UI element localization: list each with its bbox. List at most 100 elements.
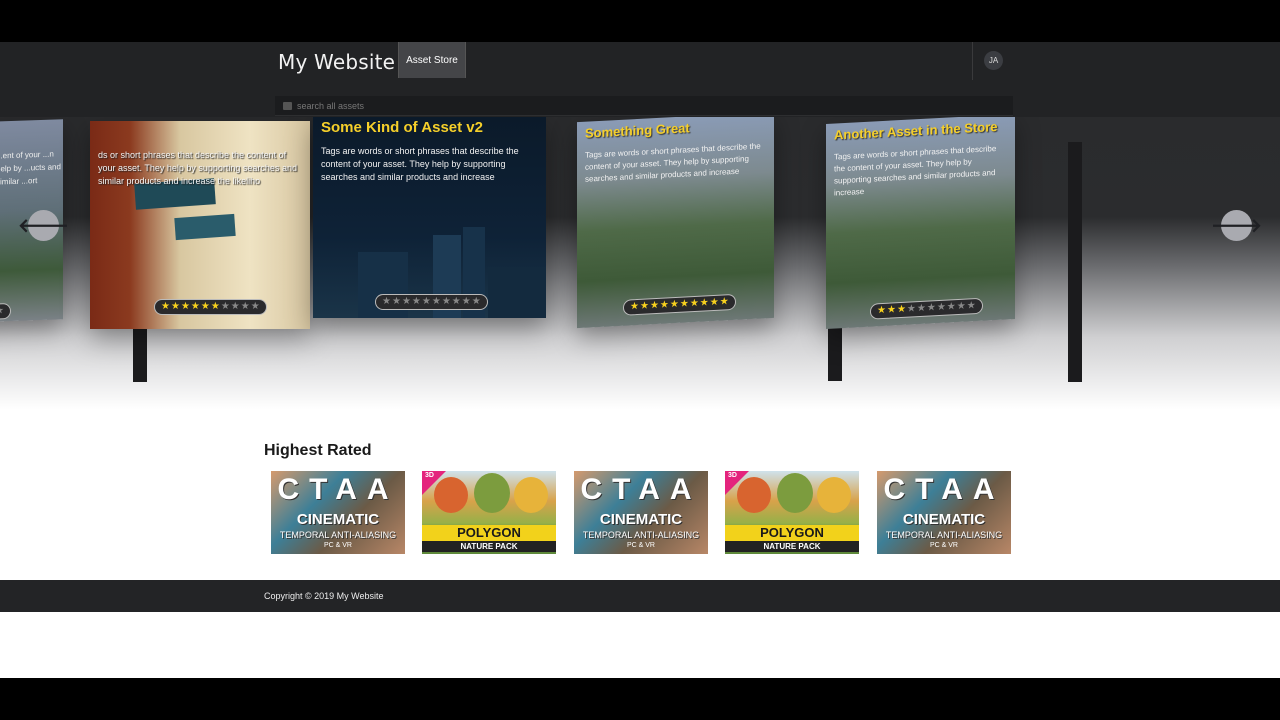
tree-shape (514, 477, 548, 513)
carousel-card[interactable]: Something Great Tags are words or short … (577, 117, 774, 329)
letterbox-top (0, 0, 1280, 42)
site-brand[interactable]: My Website (278, 50, 395, 74)
card-rating: ★ (0, 303, 11, 320)
card-description: ...ent of your ...n help by ...ucts and … (0, 149, 61, 187)
asset-thumbnail-polygon[interactable]: 3D POLYGON NATURE PACK (422, 471, 556, 554)
carousel-prev-button[interactable]: 🡐 (18, 210, 69, 241)
thumb-tagline: TEMPORAL ANTI-ALIASING (279, 530, 397, 540)
card-title: Something Great (585, 120, 690, 141)
user-avatar[interactable]: JA (984, 51, 1003, 70)
card-description: Tags are words or short phrases that des… (834, 144, 997, 198)
thumb-platform: PC & VR (929, 542, 958, 549)
star-icon: ★ (0, 305, 4, 317)
star-filled-icon: ★ (877, 304, 886, 317)
star-filled-icon: ★ (659, 299, 669, 311)
star-empty-icon: ★ (906, 303, 916, 315)
carousel-card[interactable]: Another Asset in the Store Tags are word… (826, 117, 1015, 329)
star-empty-icon: ★ (401, 296, 411, 307)
star-empty-icon: ★ (230, 301, 240, 312)
footer: Copyright © 2019 My Website (0, 580, 1280, 612)
asset-thumbnail-ctaa[interactable]: CTAA CINEMATIC TEMPORAL ANTI-ALIASING PC… (574, 471, 708, 554)
badge-3d-label: 3D (728, 472, 737, 479)
star-filled-icon: ★ (886, 304, 896, 316)
star-filled-icon: ★ (896, 303, 906, 316)
thumb-tagline: TEMPORAL ANTI-ALIASING (885, 530, 1003, 540)
footer-copyright: Copyright © 2019 My Website (264, 591, 384, 601)
highest-rated-heading: Highest Rated (264, 442, 372, 459)
star-empty-icon: ★ (916, 302, 926, 315)
star-filled-icon: ★ (719, 296, 729, 308)
star-filled-icon: ★ (161, 301, 170, 312)
card-title: Another Asset in the Store (834, 118, 998, 143)
star-filled-icon: ★ (649, 299, 659, 312)
thumb-title: POLYGON (422, 525, 556, 541)
thumb-tagline: TEMPORAL ANTI-ALIASING (582, 530, 700, 540)
star-empty-icon: ★ (421, 296, 431, 307)
thumb-subtitle: NATURE PACK (725, 541, 859, 552)
carousel-card[interactable]: ds or short phrases that describe the co… (90, 121, 310, 329)
star-filled-icon: ★ (200, 301, 210, 312)
thumb-title: CTAA (277, 473, 399, 506)
star-empty-icon: ★ (250, 301, 260, 312)
thumb-platform: PC & VR (323, 542, 352, 549)
star-empty-icon: ★ (382, 296, 391, 307)
asset-thumbnail-polygon[interactable]: 3D POLYGON NATURE PACK (725, 471, 859, 554)
star-filled-icon: ★ (170, 301, 180, 312)
star-filled-icon: ★ (639, 300, 649, 312)
tree-shape (474, 473, 510, 513)
star-empty-icon: ★ (220, 301, 230, 312)
asset-thumbnail-ctaa[interactable]: CTAA CINEMATIC TEMPORAL ANTI-ALIASING PC… (877, 471, 1011, 554)
star-empty-icon: ★ (946, 301, 956, 313)
star-filled-icon: ★ (669, 298, 679, 311)
thumb-subtitle: CINEMATIC (296, 511, 380, 528)
star-filled-icon: ★ (699, 297, 709, 309)
sign-create (174, 213, 236, 241)
star-filled-icon: ★ (210, 301, 220, 312)
carousel-card[interactable]: Some Kind of Asset v2 Tags are words or … (313, 117, 546, 318)
star-empty-icon: ★ (926, 302, 936, 314)
card-description: ds or short phrases that describe the co… (98, 150, 297, 186)
star-empty-icon: ★ (936, 301, 946, 314)
thumb-subtitle: CINEMATIC (599, 511, 683, 528)
card-rating: ★ ★ ★ ★ ★ ★ ★ ★ ★ ★ (154, 299, 267, 315)
thumb-title: CTAA (580, 473, 702, 506)
thumb-title: POLYGON (725, 525, 859, 541)
star-empty-icon: ★ (451, 296, 461, 307)
search-input[interactable] (297, 96, 997, 116)
card-stand (1068, 142, 1082, 382)
search-icon (283, 102, 292, 110)
thumb-subtitle: CINEMATIC (902, 511, 986, 528)
asset-thumbnail-ctaa[interactable]: CTAA CINEMATIC TEMPORAL ANTI-ALIASING PC… (271, 471, 405, 554)
page: My Website Asset Store JA ...ent of your… (0, 42, 1280, 678)
star-filled-icon: ★ (679, 298, 689, 310)
asset-carousel: ...ent of your ...n help by ...ucts and … (0, 117, 1280, 410)
arrow-left-icon: 🡐 (18, 215, 69, 237)
badge-3d-label: 3D (425, 472, 434, 479)
nav-tab-asset-store[interactable]: Asset Store (398, 42, 466, 78)
carousel-next-button[interactable]: 🡒 (1211, 210, 1262, 241)
building-shape (488, 267, 546, 318)
star-empty-icon: ★ (461, 296, 471, 307)
arrow-right-icon: 🡒 (1211, 215, 1262, 237)
star-empty-icon: ★ (966, 300, 976, 312)
tree-shape (777, 473, 813, 513)
card-description: Tags are words or short phrases that des… (585, 141, 761, 184)
navbar: My Website Asset Store JA (0, 42, 1280, 117)
star-empty-icon: ★ (471, 296, 481, 307)
star-empty-icon: ★ (956, 300, 966, 313)
star-filled-icon: ★ (180, 301, 190, 312)
star-empty-icon: ★ (391, 296, 401, 307)
search-bar (275, 96, 1013, 116)
thumb-platform: PC & VR (626, 542, 655, 549)
star-empty-icon: ★ (441, 296, 451, 307)
star-empty-icon: ★ (411, 296, 421, 307)
card-rating: ★ ★ ★ ★ ★ ★ ★ ★ ★ ★ (375, 294, 488, 310)
star-empty-icon: ★ (431, 296, 441, 307)
card-rating: ★ ★ ★ ★ ★ ★ ★ ★ ★ ★ (623, 293, 736, 316)
card-rating: ★ ★ ★ ★ ★ ★ ★ ★ ★ ★ (870, 297, 983, 320)
card-description: Tags are words or short phrases that des… (321, 146, 519, 182)
star-filled-icon: ★ (689, 297, 699, 310)
card-title: Some Kind of Asset v2 (321, 119, 483, 136)
star-filled-icon: ★ (630, 300, 639, 313)
thumb-title: CTAA (883, 473, 1005, 506)
